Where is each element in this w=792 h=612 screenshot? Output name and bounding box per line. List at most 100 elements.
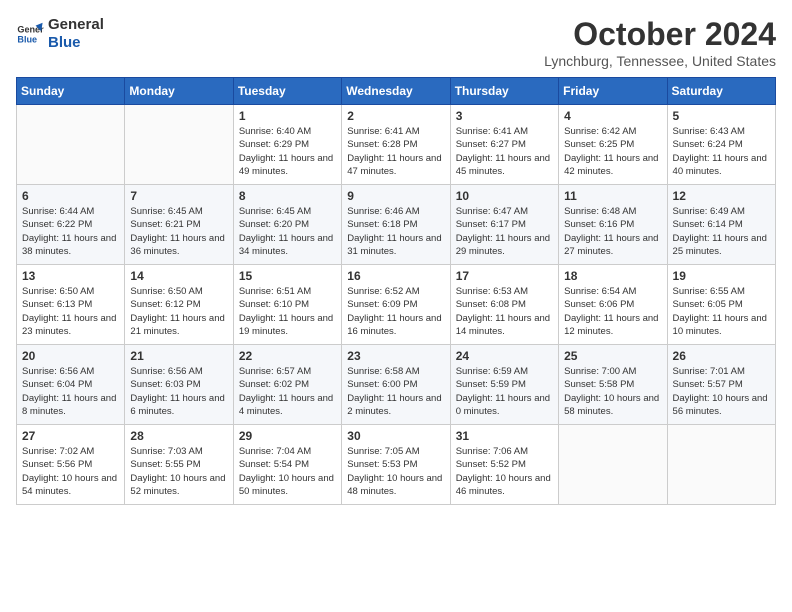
day-number: 7 <box>130 189 227 203</box>
day-info: Sunrise: 6:50 AM Sunset: 6:13 PM Dayligh… <box>22 285 119 338</box>
calendar-cell: 17 Sunrise: 6:53 AM Sunset: 6:08 PM Dayli… <box>450 265 558 345</box>
calendar-week-row: 27 Sunrise: 7:02 AM Sunset: 5:56 PM Dayli… <box>17 425 776 505</box>
day-number: 20 <box>22 349 119 363</box>
day-info: Sunrise: 7:06 AM Sunset: 5:52 PM Dayligh… <box>456 445 553 498</box>
logo-text-blue: Blue <box>48 34 104 52</box>
calendar-cell: 2 Sunrise: 6:41 AM Sunset: 6:28 PM Daylig… <box>342 105 450 185</box>
day-number: 16 <box>347 269 444 283</box>
day-number: 14 <box>130 269 227 283</box>
calendar-cell: 18 Sunrise: 6:54 AM Sunset: 6:06 PM Dayli… <box>559 265 667 345</box>
day-info: Sunrise: 6:46 AM Sunset: 6:18 PM Dayligh… <box>347 205 444 258</box>
calendar-cell: 30Sunrise: 7:05 AM Sunset: 5:53 PM Dayli… <box>342 425 450 505</box>
calendar-cell: 8 Sunrise: 6:45 AM Sunset: 6:20 PM Daylig… <box>233 185 341 265</box>
calendar-cell <box>667 425 775 505</box>
day-info: Sunrise: 7:04 AM Sunset: 5:54 PM Dayligh… <box>239 445 336 498</box>
day-info: Sunrise: 6:57 AM Sunset: 6:02 PM Dayligh… <box>239 365 336 418</box>
day-info: Sunrise: 7:02 AM Sunset: 5:56 PM Dayligh… <box>22 445 119 498</box>
day-info: Sunrise: 6:49 AM Sunset: 6:14 PM Dayligh… <box>673 205 770 258</box>
calendar-table: SundayMondayTuesdayWednesdayThursdayFrid… <box>16 77 776 505</box>
calendar-cell <box>17 105 125 185</box>
day-number: 13 <box>22 269 119 283</box>
calendar-cell: 23Sunrise: 6:58 AM Sunset: 6:00 PM Dayli… <box>342 345 450 425</box>
calendar-cell: 3Sunrise: 6:41 AM Sunset: 6:27 PM Daylig… <box>450 105 558 185</box>
day-info: Sunrise: 6:44 AM Sunset: 6:22 PM Dayligh… <box>22 205 119 258</box>
location: Lynchburg, Tennessee, United States <box>544 53 776 69</box>
month-title: October 2024 <box>544 16 776 53</box>
calendar-cell: 20 Sunrise: 6:56 AM Sunset: 6:04 PM Dayli… <box>17 345 125 425</box>
day-number: 17 <box>456 269 553 283</box>
calendar-cell: 7 Sunrise: 6:45 AM Sunset: 6:21 PM Daylig… <box>125 185 233 265</box>
calendar-header-row: SundayMondayTuesdayWednesdayThursdayFrid… <box>17 78 776 105</box>
calendar-cell: 21 Sunrise: 6:56 AM Sunset: 6:03 PM Dayli… <box>125 345 233 425</box>
day-of-week-header: Wednesday <box>342 78 450 105</box>
day-info: Sunrise: 6:51 AM Sunset: 6:10 PM Dayligh… <box>239 285 336 338</box>
day-info: Sunrise: 6:50 AM Sunset: 6:12 PM Dayligh… <box>130 285 227 338</box>
day-info: Sunrise: 6:54 AM Sunset: 6:06 PM Dayligh… <box>564 285 661 338</box>
calendar-cell: 6 Sunrise: 6:44 AM Sunset: 6:22 PM Daylig… <box>17 185 125 265</box>
calendar-cell: 25Sunrise: 7:00 AM Sunset: 5:58 PM Dayli… <box>559 345 667 425</box>
calendar-cell: 28Sunrise: 7:03 AM Sunset: 5:55 PM Dayli… <box>125 425 233 505</box>
calendar-cell: 19Sunrise: 6:55 AM Sunset: 6:05 PM Dayli… <box>667 265 775 345</box>
day-info: Sunrise: 6:47 AM Sunset: 6:17 PM Dayligh… <box>456 205 553 258</box>
calendar-cell: 1 Sunrise: 6:40 AM Sunset: 6:29 PM Daylig… <box>233 105 341 185</box>
title-block: October 2024 Lynchburg, Tennessee, Unite… <box>544 16 776 69</box>
day-info: Sunrise: 7:05 AM Sunset: 5:53 PM Dayligh… <box>347 445 444 498</box>
calendar-cell: 22 Sunrise: 6:57 AM Sunset: 6:02 PM Dayli… <box>233 345 341 425</box>
day-info: Sunrise: 6:52 AM Sunset: 6:09 PM Dayligh… <box>347 285 444 338</box>
calendar-cell: 12 Sunrise: 6:49 AM Sunset: 6:14 PM Dayli… <box>667 185 775 265</box>
calendar-cell: 26Sunrise: 7:01 AM Sunset: 5:57 PM Dayli… <box>667 345 775 425</box>
day-info: Sunrise: 6:58 AM Sunset: 6:00 PM Dayligh… <box>347 365 444 418</box>
calendar-cell: 14 Sunrise: 6:50 AM Sunset: 6:12 PM Dayli… <box>125 265 233 345</box>
day-number: 12 <box>673 189 770 203</box>
day-number: 18 <box>564 269 661 283</box>
day-of-week-header: Tuesday <box>233 78 341 105</box>
day-number: 27 <box>22 429 119 443</box>
day-info: Sunrise: 6:56 AM Sunset: 6:04 PM Dayligh… <box>22 365 119 418</box>
calendar-cell: 10 Sunrise: 6:47 AM Sunset: 6:17 PM Dayli… <box>450 185 558 265</box>
day-info: Sunrise: 6:41 AM Sunset: 6:28 PM Dayligh… <box>347 125 444 178</box>
day-info: Sunrise: 6:59 AM Sunset: 5:59 PM Dayligh… <box>456 365 553 418</box>
day-number: 28 <box>130 429 227 443</box>
day-number: 2 <box>347 109 444 123</box>
calendar-cell: 13 Sunrise: 6:50 AM Sunset: 6:13 PM Dayli… <box>17 265 125 345</box>
day-of-week-header: Sunday <box>17 78 125 105</box>
day-number: 22 <box>239 349 336 363</box>
day-number: 1 <box>239 109 336 123</box>
logo-text-general: General <box>48 16 104 34</box>
day-number: 8 <box>239 189 336 203</box>
calendar-cell: 4 Sunrise: 6:42 AM Sunset: 6:25 PM Daylig… <box>559 105 667 185</box>
day-number: 31 <box>456 429 553 443</box>
day-info: Sunrise: 7:01 AM Sunset: 5:57 PM Dayligh… <box>673 365 770 418</box>
day-info: Sunrise: 6:45 AM Sunset: 6:21 PM Dayligh… <box>130 205 227 258</box>
day-info: Sunrise: 6:45 AM Sunset: 6:20 PM Dayligh… <box>239 205 336 258</box>
day-info: Sunrise: 6:53 AM Sunset: 6:08 PM Dayligh… <box>456 285 553 338</box>
calendar-cell: 16 Sunrise: 6:52 AM Sunset: 6:09 PM Dayli… <box>342 265 450 345</box>
calendar-cell: 11Sunrise: 6:48 AM Sunset: 6:16 PM Dayli… <box>559 185 667 265</box>
calendar-week-row: 13 Sunrise: 6:50 AM Sunset: 6:13 PM Dayli… <box>17 265 776 345</box>
calendar-cell: 9 Sunrise: 6:46 AM Sunset: 6:18 PM Daylig… <box>342 185 450 265</box>
calendar-cell: 31 Sunrise: 7:06 AM Sunset: 5:52 PM Dayli… <box>450 425 558 505</box>
day-number: 15 <box>239 269 336 283</box>
calendar-cell: 29Sunrise: 7:04 AM Sunset: 5:54 PM Dayli… <box>233 425 341 505</box>
day-number: 21 <box>130 349 227 363</box>
day-of-week-header: Friday <box>559 78 667 105</box>
day-info: Sunrise: 6:56 AM Sunset: 6:03 PM Dayligh… <box>130 365 227 418</box>
calendar-cell: 24Sunrise: 6:59 AM Sunset: 5:59 PM Dayli… <box>450 345 558 425</box>
page-header: General Blue General Blue October 2024 L… <box>16 16 776 69</box>
day-number: 10 <box>456 189 553 203</box>
calendar-cell <box>559 425 667 505</box>
day-info: Sunrise: 6:41 AM Sunset: 6:27 PM Dayligh… <box>456 125 553 178</box>
day-info: Sunrise: 7:00 AM Sunset: 5:58 PM Dayligh… <box>564 365 661 418</box>
day-number: 4 <box>564 109 661 123</box>
day-number: 6 <box>22 189 119 203</box>
day-info: Sunrise: 6:48 AM Sunset: 6:16 PM Dayligh… <box>564 205 661 258</box>
svg-text:Blue: Blue <box>17 34 37 44</box>
day-info: Sunrise: 6:42 AM Sunset: 6:25 PM Dayligh… <box>564 125 661 178</box>
day-info: Sunrise: 6:40 AM Sunset: 6:29 PM Dayligh… <box>239 125 336 178</box>
day-number: 9 <box>347 189 444 203</box>
day-of-week-header: Saturday <box>667 78 775 105</box>
logo: General Blue General Blue <box>16 16 104 52</box>
day-of-week-header: Monday <box>125 78 233 105</box>
calendar-cell: 27 Sunrise: 7:02 AM Sunset: 5:56 PM Dayli… <box>17 425 125 505</box>
day-of-week-header: Thursday <box>450 78 558 105</box>
